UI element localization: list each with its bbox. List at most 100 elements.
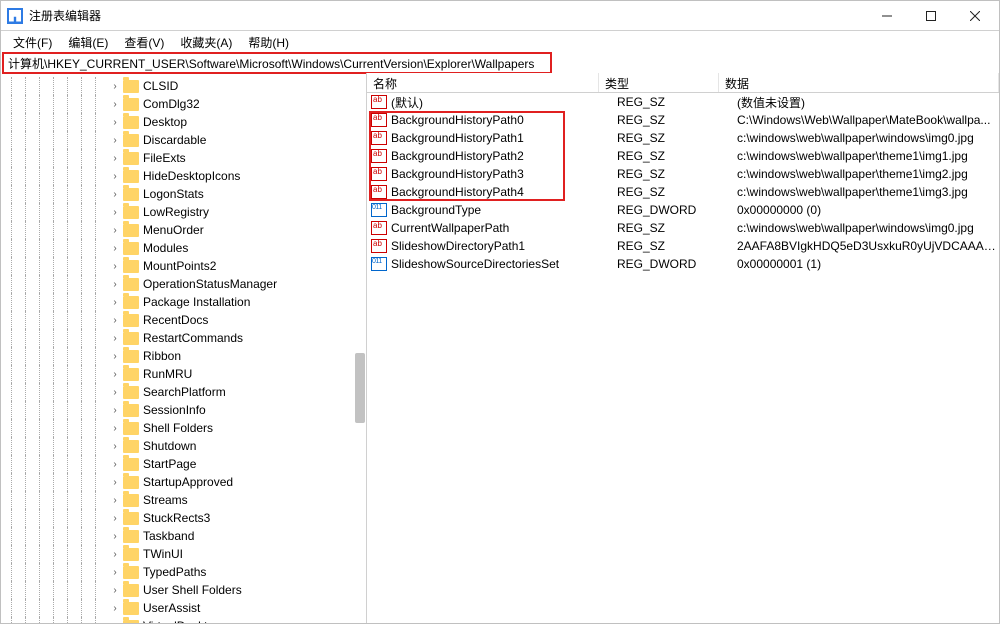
folder-icon [123, 602, 139, 615]
expand-icon[interactable]: › [109, 135, 121, 146]
tree-item-label: Discardable [143, 133, 206, 147]
tree-item[interactable]: ›TypedPaths [1, 563, 366, 581]
tree-item-label: Modules [143, 241, 188, 255]
menu-favorites[interactable]: 收藏夹(A) [172, 33, 240, 52]
value-row[interactable]: BackgroundTypeREG_DWORD0x00000000 (0) [367, 201, 999, 219]
menu-file[interactable]: 文件(F) [5, 33, 60, 52]
expand-icon[interactable]: › [109, 261, 121, 272]
menu-view[interactable]: 查看(V) [116, 33, 172, 52]
tree-item[interactable]: ›HideDesktopIcons [1, 167, 366, 185]
value-row[interactable]: BackgroundHistoryPath3REG_SZc:\windows\w… [367, 165, 999, 183]
tree-item[interactable]: ›RestartCommands [1, 329, 366, 347]
tree-item[interactable]: › MountPoints2 [1, 257, 366, 275]
folder-icon [123, 422, 139, 435]
expand-icon[interactable]: › [109, 333, 121, 344]
tree-item[interactable]: ›StuckRects3 [1, 509, 366, 527]
tree-item[interactable]: ›Ribbon [1, 347, 366, 365]
value-row[interactable]: BackgroundHistoryPath2REG_SZc:\windows\w… [367, 147, 999, 165]
value-row[interactable]: BackgroundHistoryPath0REG_SZC:\Windows\W… [367, 111, 999, 129]
value-row[interactable]: BackgroundHistoryPath1REG_SZc:\windows\w… [367, 129, 999, 147]
value-data: 0x00000000 (0) [737, 203, 999, 217]
tree-item[interactable]: ›FileExts [1, 149, 366, 167]
tree-item[interactable]: ›SessionInfo [1, 401, 366, 419]
value-row[interactable]: CurrentWallpaperPathREG_SZc:\windows\web… [367, 219, 999, 237]
expand-icon[interactable]: › [109, 603, 121, 614]
expand-icon[interactable]: › [109, 549, 121, 560]
tree-item[interactable]: ›UserAssist [1, 599, 366, 617]
expand-icon[interactable]: › [109, 405, 121, 416]
expand-icon[interactable]: › [109, 369, 121, 380]
expand-icon[interactable]: › [109, 567, 121, 578]
expand-icon[interactable]: › [109, 513, 121, 524]
expand-icon[interactable]: › [109, 297, 121, 308]
tree-item[interactable]: ›VirtualDesktops [1, 617, 366, 623]
expand-icon[interactable]: › [109, 243, 121, 254]
menu-edit[interactable]: 编辑(E) [60, 33, 116, 52]
tree-item[interactable]: ›StartupApproved [1, 473, 366, 491]
tree-item[interactable]: ›SearchPlatform [1, 383, 366, 401]
list-pane[interactable]: 名称 类型 数据 (默认)REG_SZ(数值未设置)BackgroundHist… [367, 73, 999, 623]
expand-icon[interactable]: › [109, 585, 121, 596]
expand-icon[interactable]: › [109, 387, 121, 398]
expand-icon[interactable]: › [109, 117, 121, 128]
tree-item[interactable]: ›Shutdown [1, 437, 366, 455]
tree-item[interactable]: ›TWinUI [1, 545, 366, 563]
col-header-data[interactable]: 数据 [719, 73, 999, 92]
tree-item[interactable]: ›RunMRU [1, 365, 366, 383]
tree-item-label: MenuOrder [143, 223, 204, 237]
expand-icon[interactable]: › [109, 531, 121, 542]
expand-icon[interactable]: › [109, 99, 121, 110]
tree-item[interactable]: › Modules [1, 239, 366, 257]
tree-item[interactable]: ›LogonStats [1, 185, 366, 203]
minimize-button[interactable] [865, 2, 909, 30]
maximize-button[interactable] [909, 2, 953, 30]
folder-icon [123, 440, 139, 453]
tree-item[interactable]: ›User Shell Folders [1, 581, 366, 599]
tree-item[interactable]: ›Shell Folders [1, 419, 366, 437]
tree-item[interactable]: ›StartPage [1, 455, 366, 473]
expand-icon[interactable]: › [109, 153, 121, 164]
col-header-name[interactable]: 名称 [367, 73, 599, 92]
tree-item-label: RecentDocs [143, 313, 208, 327]
tree-item[interactable]: ›Taskband [1, 527, 366, 545]
expand-icon[interactable]: › [109, 351, 121, 362]
expand-icon[interactable]: › [109, 207, 121, 218]
expand-icon[interactable]: › [109, 225, 121, 236]
string-icon [371, 221, 387, 235]
value-type: REG_SZ [617, 149, 737, 163]
tree-item[interactable]: ›Package Installation [1, 293, 366, 311]
value-row[interactable]: SlideshowSourceDirectoriesSetREG_DWORD0x… [367, 255, 999, 273]
value-type: REG_SZ [617, 113, 737, 127]
tree-item[interactable]: ›ComDlg32 [1, 95, 366, 113]
expand-icon[interactable]: › [109, 423, 121, 434]
expand-icon[interactable]: › [109, 189, 121, 200]
close-button[interactable] [953, 2, 997, 30]
tree-item-label: MountPoints2 [143, 259, 216, 273]
tree-item[interactable]: › Discardable [1, 131, 366, 149]
value-row[interactable]: BackgroundHistoryPath4REG_SZc:\windows\w… [367, 183, 999, 201]
tree-item[interactable]: ›CLSID [1, 77, 366, 95]
menu-help[interactable]: 帮助(H) [240, 33, 297, 52]
address-bar[interactable]: 计算机\HKEY_CURRENT_USER\Software\Microsoft… [3, 53, 551, 73]
expand-icon[interactable]: › [109, 315, 121, 326]
expand-icon[interactable]: › [109, 495, 121, 506]
value-row[interactable]: (默认)REG_SZ(数值未设置) [367, 93, 999, 111]
expand-icon[interactable]: › [109, 279, 121, 290]
expand-icon[interactable]: › [109, 477, 121, 488]
scrollbar-thumb[interactable] [355, 353, 365, 423]
expand-icon[interactable]: › [109, 171, 121, 182]
tree-item[interactable]: ›Desktop [1, 113, 366, 131]
tree-pane[interactable]: ›CLSID›ComDlg32›Desktop›Discardable›File… [1, 73, 367, 623]
expand-icon[interactable]: › [109, 621, 121, 624]
tree-item[interactable]: ›LowRegistry [1, 203, 366, 221]
expand-icon[interactable]: › [109, 459, 121, 470]
col-header-type[interactable]: 类型 [599, 73, 719, 92]
tree-item[interactable]: ›OperationStatusManager [1, 275, 366, 293]
tree-item[interactable]: ›Streams [1, 491, 366, 509]
expand-icon[interactable]: › [109, 441, 121, 452]
tree-item[interactable]: › RecentDocs [1, 311, 366, 329]
tree-item[interactable]: › MenuOrder [1, 221, 366, 239]
folder-icon [123, 278, 139, 291]
expand-icon[interactable]: › [109, 81, 121, 92]
value-row[interactable]: SlideshowDirectoryPath1REG_SZ2AAFA8BVIgk… [367, 237, 999, 255]
